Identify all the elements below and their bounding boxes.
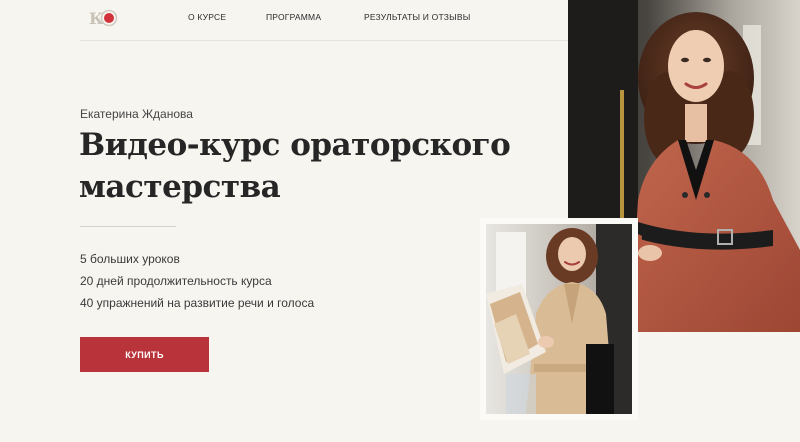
title-line-2: мастерства (79, 169, 281, 205)
feature-item: 5 больших уроков (80, 252, 180, 266)
title-divider (80, 226, 176, 227)
nav-program[interactable]: Программа (266, 12, 321, 22)
logo-icon: К (86, 7, 118, 29)
secondary-photo-frame (480, 218, 638, 420)
feature-item: 20 дней продолжительность курса (80, 274, 272, 288)
header-divider (80, 40, 568, 41)
logo[interactable]: К КЖ (86, 6, 118, 30)
secondary-photo-image (486, 224, 632, 414)
feature-list: 5 больших уроков 20 дней продолжительнос… (80, 248, 314, 314)
secondary-photo (486, 224, 632, 414)
nav-results-reviews[interactable]: Результаты и отзывы (364, 12, 470, 22)
page-title: Видео-курс ораторского мастерства (79, 124, 549, 208)
author-name: Екатерина Жданова (80, 107, 193, 121)
nav-about[interactable]: О курсе (188, 12, 226, 22)
buy-button[interactable]: Купить (80, 337, 209, 372)
feature-item: 40 упражнений на развитие речи и голоса (80, 296, 315, 310)
title-line-1: Видео-курс ораторского (79, 127, 511, 163)
